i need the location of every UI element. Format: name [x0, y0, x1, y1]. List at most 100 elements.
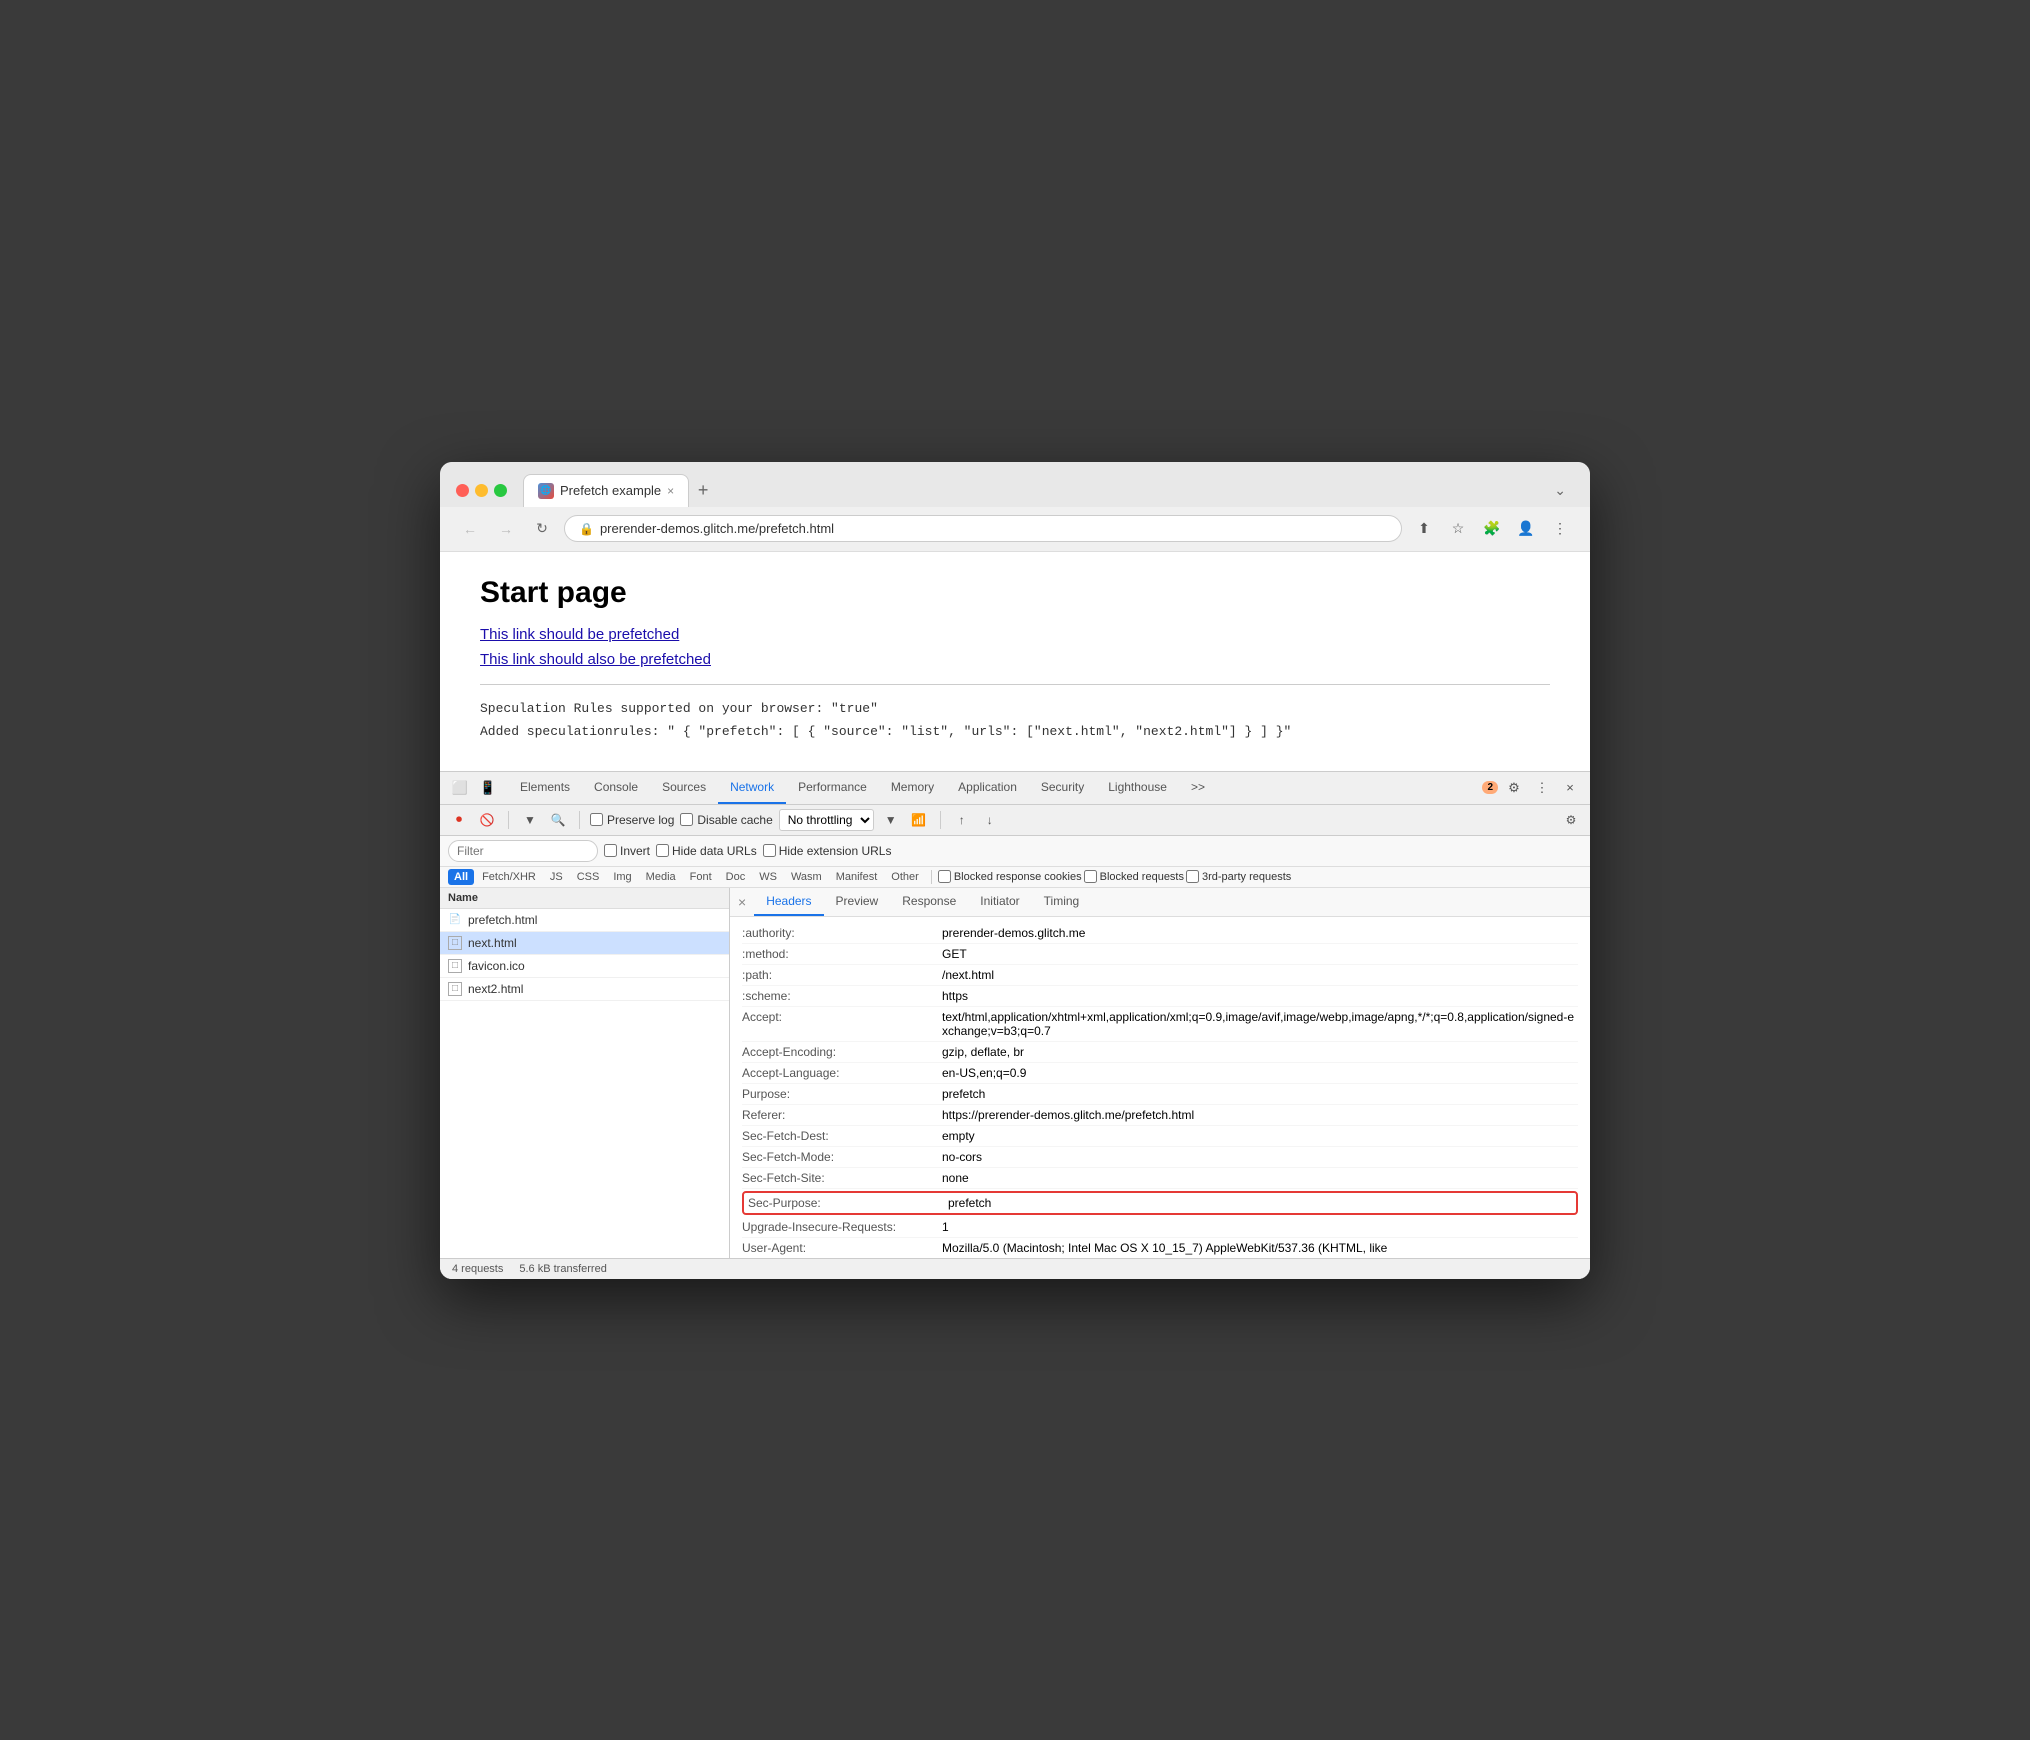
type-filter-separator — [931, 870, 932, 884]
header-value: none — [942, 1171, 1578, 1185]
prefetch-link-1[interactable]: This link should be prefetched — [480, 626, 1550, 643]
address-input[interactable]: 🔒 prerender-demos.glitch.me/prefetch.htm… — [564, 515, 1402, 542]
tab-elements[interactable]: Elements — [508, 772, 582, 804]
preview-tab[interactable]: Preview — [824, 888, 891, 916]
type-filter-all[interactable]: All — [448, 869, 474, 885]
tab-lighthouse[interactable]: Lighthouse — [1096, 772, 1179, 804]
tab-more[interactable]: >> — [1179, 772, 1217, 804]
third-party-requests-input[interactable] — [1186, 870, 1199, 883]
clear-button[interactable]: 🚫 — [476, 809, 498, 831]
inspect-element-icon[interactable]: ⬜ — [448, 776, 472, 800]
type-filter-manifest[interactable]: Manifest — [830, 869, 884, 885]
network-settings-icon[interactable]: ⚙ — [1560, 809, 1582, 831]
tab-console[interactable]: Console — [582, 772, 650, 804]
list-item[interactable]: □ next2.html — [440, 978, 729, 1001]
third-party-requests-checkbox[interactable]: 3rd-party requests — [1186, 870, 1291, 883]
device-toolbar-icon[interactable]: 📱 — [476, 776, 500, 800]
profile-icon[interactable]: 👤 — [1512, 515, 1540, 543]
header-name: Purpose: — [742, 1087, 942, 1101]
type-filter-font[interactable]: Font — [684, 869, 718, 885]
tab-application[interactable]: Application — [946, 772, 1029, 804]
network-panel: Name 📄 prefetch.html □ next.html □ favic… — [440, 888, 1590, 1258]
header-name: User-Agent: — [742, 1241, 942, 1255]
new-tab-button[interactable]: + — [689, 477, 717, 505]
tab-overflow-icon[interactable]: ⌄ — [1546, 474, 1574, 507]
throttle-select[interactable]: No throttling — [779, 809, 874, 831]
network-toolbar: ⏺ 🚫 ▼ 🔍 Preserve log Disable cache No th… — [440, 805, 1590, 836]
extensions-icon[interactable]: 🧩 — [1478, 515, 1506, 543]
forward-button[interactable]: → — [492, 515, 520, 543]
tab-performance[interactable]: Performance — [786, 772, 879, 804]
type-filter-doc[interactable]: Doc — [720, 869, 752, 885]
tab-security[interactable]: Security — [1029, 772, 1096, 804]
lock-icon: 🔒 — [579, 522, 594, 536]
tab-title: Prefetch example — [560, 483, 661, 498]
header-name: Upgrade-Insecure-Requests: — [742, 1220, 942, 1234]
type-filter-media[interactable]: Media — [640, 869, 682, 885]
type-filter-css[interactable]: CSS — [571, 869, 606, 885]
close-window-button[interactable] — [456, 484, 469, 497]
blocked-requests-checkbox[interactable]: Blocked requests — [1084, 870, 1184, 883]
hide-data-urls-checkbox[interactable]: Hide data URLs — [656, 844, 757, 858]
header-row: Referer: https://prerender-demos.glitch.… — [742, 1105, 1578, 1126]
import-icon[interactable]: ↑ — [951, 809, 973, 831]
browser-tab[interactable]: 🌐 Prefetch example × — [523, 474, 689, 507]
type-filter-fetch-xhr[interactable]: Fetch/XHR — [476, 869, 542, 885]
response-tab[interactable]: Response — [890, 888, 968, 916]
disable-cache-checkbox[interactable]: Disable cache — [680, 813, 772, 827]
type-filter-img[interactable]: Img — [607, 869, 637, 885]
share-icon[interactable]: ⬆ — [1410, 515, 1438, 543]
invert-checkbox[interactable]: Invert — [604, 844, 650, 858]
search-icon[interactable]: 🔍 — [547, 809, 569, 831]
timing-tab[interactable]: Timing — [1032, 888, 1092, 916]
type-filter-wasm[interactable]: Wasm — [785, 869, 828, 885]
tab-close-button[interactable]: × — [667, 484, 674, 498]
devtools-more-icon[interactable]: ⋮ — [1530, 776, 1554, 800]
type-filter-js[interactable]: JS — [544, 869, 569, 885]
hide-data-urls-input[interactable] — [656, 844, 669, 857]
initiator-tab[interactable]: Initiator — [968, 888, 1031, 916]
filter-input[interactable] — [448, 840, 598, 862]
filter-icon[interactable]: ▼ — [519, 809, 541, 831]
devtools-close-icon[interactable]: × — [1558, 776, 1582, 800]
list-item[interactable]: □ favicon.ico — [440, 955, 729, 978]
devtools-right-actions: 2 ⚙ ⋮ × — [1482, 776, 1582, 800]
preserve-log-checkbox[interactable]: Preserve log — [590, 813, 674, 827]
disable-cache-input[interactable] — [680, 813, 693, 826]
reload-button[interactable]: ↻ — [528, 515, 556, 543]
tab-memory[interactable]: Memory — [879, 772, 946, 804]
title-bar: 🌐 Prefetch example × + ⌄ — [440, 462, 1590, 507]
hide-extension-urls-checkbox[interactable]: Hide extension URLs — [763, 844, 892, 858]
blocked-requests-input[interactable] — [1084, 870, 1097, 883]
tab-network[interactable]: Network — [718, 772, 786, 804]
list-item[interactable]: 📄 prefetch.html — [440, 909, 729, 932]
request-count: 4 requests — [452, 1263, 503, 1275]
more-options-icon[interactable]: ⋮ — [1546, 515, 1574, 543]
toolbar-separator-1 — [508, 811, 509, 829]
maximize-window-button[interactable] — [494, 484, 507, 497]
preserve-log-input[interactable] — [590, 813, 603, 826]
header-value: prefetch — [942, 1087, 1578, 1101]
record-button[interactable]: ⏺ — [448, 809, 470, 831]
headers-close-button[interactable]: × — [738, 894, 746, 910]
type-filter-ws[interactable]: WS — [753, 869, 783, 885]
export-icon[interactable]: ↓ — [979, 809, 1001, 831]
bookmark-icon[interactable]: ☆ — [1444, 515, 1472, 543]
hide-extension-urls-input[interactable] — [763, 844, 776, 857]
prefetch-link-2[interactable]: This link should also be prefetched — [480, 651, 1550, 668]
invert-input[interactable] — [604, 844, 617, 857]
tab-sources[interactable]: Sources — [650, 772, 718, 804]
list-item[interactable]: □ next.html — [440, 932, 729, 955]
wifi-icon[interactable]: 📶 — [908, 809, 930, 831]
type-filter-other[interactable]: Other — [885, 869, 925, 885]
file-page-icon: 📄 — [448, 913, 462, 927]
headers-tab[interactable]: Headers — [754, 888, 823, 916]
throttle-dropdown-icon[interactable]: ▼ — [880, 809, 902, 831]
minimize-window-button[interactable] — [475, 484, 488, 497]
blocked-response-cookies-checkbox[interactable]: Blocked response cookies — [938, 870, 1082, 883]
devtools-settings-icon[interactable]: ⚙ — [1502, 776, 1526, 800]
file-name: next2.html — [468, 982, 523, 996]
back-button[interactable]: ← — [456, 515, 484, 543]
header-name: Accept-Language: — [742, 1066, 942, 1080]
blocked-response-cookies-input[interactable] — [938, 870, 951, 883]
